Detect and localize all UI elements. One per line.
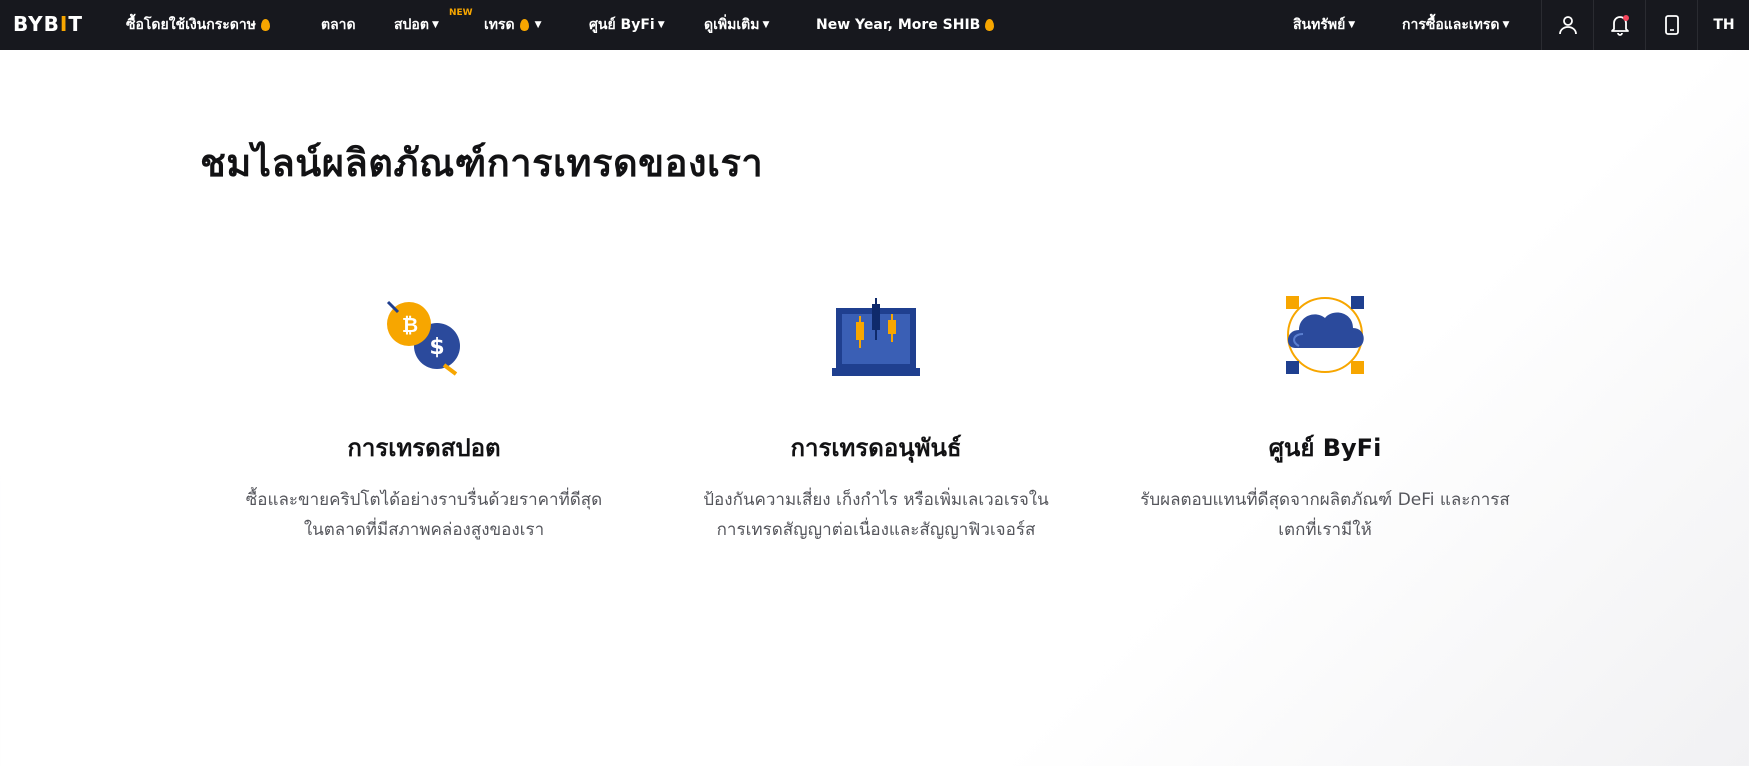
nav-label: New Year, More SHIB <box>816 17 981 33</box>
card-description: ซื้อและขายคริปโตได้อย่างราบรื่นด้วยราคาท… <box>245 490 603 540</box>
user-icon <box>1558 16 1577 35</box>
user-account-button[interactable] <box>1541 0 1593 50</box>
nav-more[interactable]: ดูเพิ่มเติม ▼ <box>704 0 769 50</box>
caret-down-icon: ▼ <box>1348 20 1356 30</box>
nav-label: ซื้อโดยใช้เงินกระดาษ <box>126 17 256 33</box>
card-description: ป้องกันความเสี่ยง เก็งกำไร หรือเพิ่มเลเว… <box>703 490 1049 540</box>
card-title: การเทรดสปอต <box>347 434 501 462</box>
caret-down-icon: ▼ <box>762 20 770 30</box>
page-title: ชมไลน์ผลิตภัณฑ์การเทรดของเรา <box>200 141 764 185</box>
svg-text:$: $ <box>429 335 444 360</box>
card-title: ศูนย์ ByFi <box>1268 434 1382 462</box>
flame-icon <box>985 19 995 31</box>
nav-promo-shib[interactable]: New Year, More SHIB <box>816 0 995 50</box>
mobile-icon <box>1664 15 1679 35</box>
caret-down-icon: ▼ <box>657 20 665 30</box>
nav-label: ดูเพิ่มเติม <box>704 17 760 33</box>
svg-text:₿: ₿ <box>402 313 418 337</box>
caret-down-icon: ▼ <box>431 20 439 30</box>
nav-orders-trades[interactable]: การซื้อและเทรด ▼ <box>1402 0 1509 50</box>
card-title: การเทรดอนุพันธ์ <box>790 434 962 462</box>
flame-icon <box>260 19 270 31</box>
nav-label: สปอต <box>394 17 429 33</box>
nav-label: เทรด <box>484 17 515 33</box>
nav-label: สินทรัพย์ <box>1293 17 1346 33</box>
spot-coins-icon: $ ₿ <box>386 300 460 376</box>
nav-markets[interactable]: ตลาด <box>321 0 356 50</box>
flame-icon <box>519 19 529 31</box>
top-navigation-bar: BYBIT ซื้อโดยใช้เงินกระดาษ ตลาด สปอต ▼ N… <box>0 0 1749 50</box>
mobile-app-button[interactable] <box>1645 0 1697 50</box>
byfi-cloud-icon <box>1286 296 1364 374</box>
nav-trade[interactable]: เทรด ▼ <box>484 0 542 50</box>
nav-label: ศูนย์ ByFi <box>589 17 655 33</box>
language-code: TH <box>1713 17 1735 33</box>
caret-down-icon: ▼ <box>1502 20 1510 30</box>
bybit-logo[interactable]: BYBIT <box>13 12 83 36</box>
language-selector[interactable]: TH <box>1697 0 1749 50</box>
nav-assets[interactable]: สินทรัพย์ ▼ <box>1293 0 1355 50</box>
notifications-button[interactable] <box>1593 0 1645 50</box>
nav-byfi-center[interactable]: ศูนย์ ByFi ▼ <box>589 0 665 50</box>
new-badge: NEW <box>449 8 473 18</box>
nav-spot[interactable]: สปอต ▼ NEW <box>394 0 473 50</box>
nav-label: การซื้อและเทรด <box>1402 17 1500 33</box>
product-card-spot[interactable]: $ ₿ การเทรดสปอต ซื้อและขายคริปโตได้อย่าง… <box>214 290 634 545</box>
product-card-derivatives[interactable]: การเทรดอนุพันธ์ ป้องกันความเสี่ยง เก็งกำ… <box>666 290 1086 545</box>
caret-down-icon: ▼ <box>534 20 542 30</box>
nav-buy-fiat[interactable]: ซื้อโดยใช้เงินกระดาษ <box>126 0 270 50</box>
nav-label: ตลาด <box>321 17 356 33</box>
product-card-byfi[interactable]: ศูนย์ ByFi รับผลตอบแทนที่ดีสุดจากผลิตภัณ… <box>1115 290 1535 545</box>
bell-icon <box>1610 15 1629 36</box>
derivatives-chart-icon <box>832 298 920 376</box>
card-description: รับผลตอบแทนที่ดีสุดจากผลิตภัณฑ์ DeFi และ… <box>1140 490 1510 540</box>
